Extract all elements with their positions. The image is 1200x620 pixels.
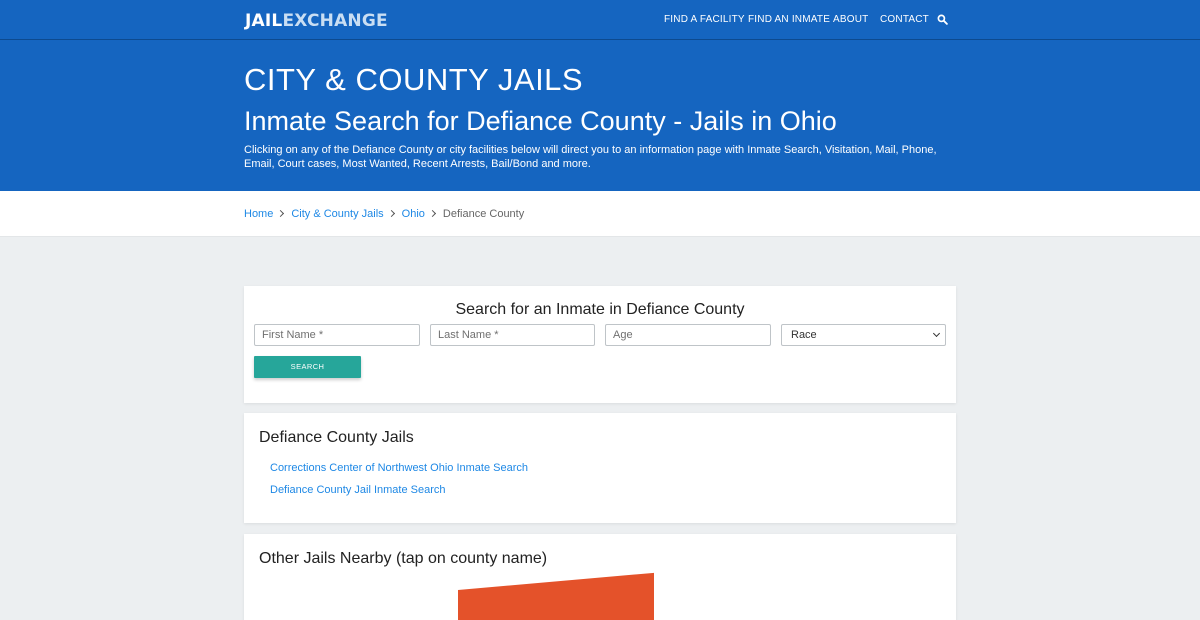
race-select-value: Race (791, 329, 817, 341)
breadcrumb-ohio[interactable]: Ohio (402, 208, 425, 220)
logo-text-exchange: EXCHANGE (282, 11, 388, 31)
nav-about[interactable]: ABOUT (833, 14, 868, 25)
breadcrumb-city-county-jails[interactable]: City & County Jails (291, 208, 383, 220)
breadcrumb-current: Defiance County (442, 208, 525, 220)
breadcrumb-bar: Home City & County Jails Ohio Defiance Coun… (0, 191, 1200, 237)
chevron-down-icon (932, 329, 941, 338)
chevron-right-icon (277, 209, 285, 218)
nav-find-a-facility[interactable]: FIND A FACILITY (664, 14, 745, 25)
search-button[interactable]: SEARCH (254, 356, 361, 378)
county-jails-heading: Defiance County Jails (259, 429, 414, 446)
inmate-search-card: Search for an Inmate in Defiance County … (244, 286, 956, 403)
logo-text-jail: JAIL (245, 11, 283, 31)
jail-link-corrections-center[interactable]: Corrections Center of Northwest Ohio Inm… (270, 462, 528, 474)
county-map-region[interactable] (458, 572, 654, 620)
search-icon[interactable] (937, 14, 948, 25)
jail-link-defiance-county-jail[interactable]: Defiance County Jail Inmate Search (270, 484, 445, 496)
nearby-jails-heading: Other Jails Nearby (tap on county name) (259, 550, 548, 567)
first-name-input[interactable] (254, 324, 420, 346)
county-jails-card: Defiance County Jails Corrections Center… (244, 413, 956, 523)
page-title: CITY & COUNTY JAILS (244, 62, 584, 97)
race-select[interactable]: Race (781, 324, 946, 346)
age-input[interactable] (605, 324, 771, 346)
top-navbar: JAILEXCHANGE FIND A FACILITY FIND AN INM… (0, 0, 1200, 40)
chevron-right-icon (387, 209, 395, 218)
page-description: Clicking on any of the Defiance County o… (244, 144, 937, 170)
hero-banner: CITY & COUNTY JAILS Inmate Search for De… (0, 40, 1200, 191)
page-subtitle: Inmate Search for Defiance County - Jail… (244, 106, 837, 136)
breadcrumb-home[interactable]: Home (244, 208, 273, 220)
nearby-jails-card: Other Jails Nearby (tap on county name) (244, 534, 956, 620)
chevron-right-icon (428, 209, 436, 218)
breadcrumb: Home City & County Jails Ohio Defiance Coun… (244, 208, 524, 220)
nav-contact[interactable]: CONTACT (880, 14, 929, 25)
site-logo[interactable]: JAILEXCHANGE (245, 11, 388, 31)
last-name-input[interactable] (430, 324, 595, 346)
search-card-title: Search for an Inmate in Defiance County (455, 301, 745, 318)
nav-find-an-inmate[interactable]: FIND AN INMATE (748, 14, 830, 25)
